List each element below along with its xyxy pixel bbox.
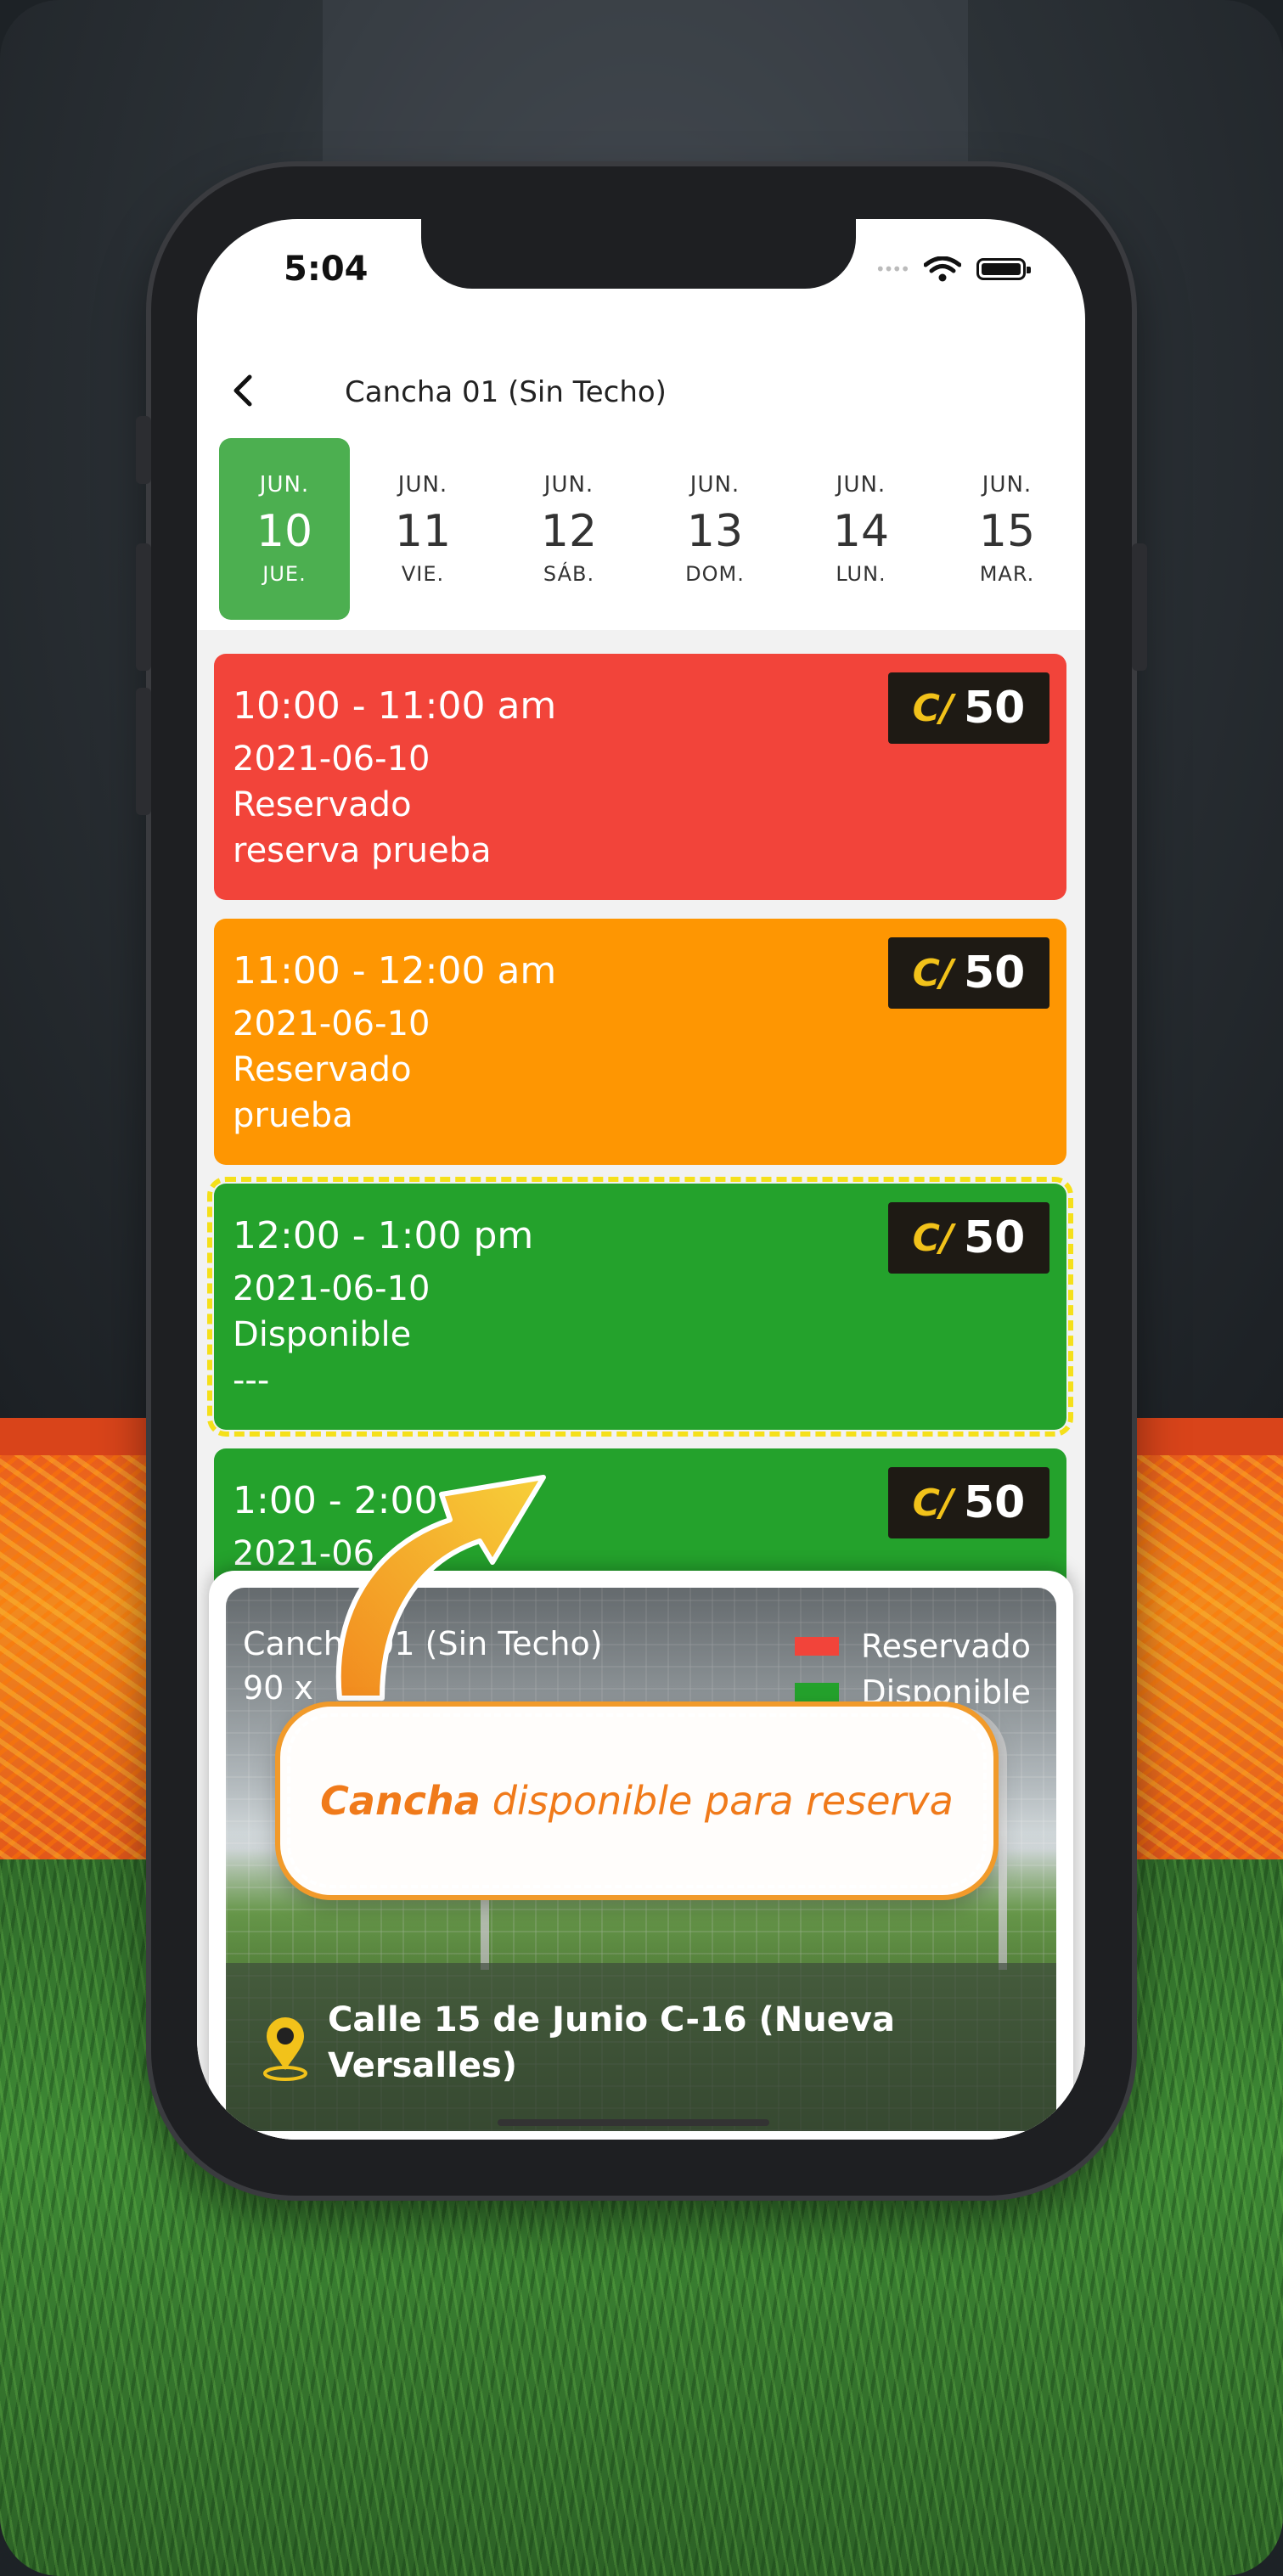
day-month: JUN. (836, 472, 886, 498)
phone-power-button (1132, 543, 1147, 671)
time-slot-card[interactable]: 10:00 - 11:00 am 2021-06-10 Reservado re… (214, 654, 1066, 900)
day-month: JUN. (259, 472, 310, 498)
slot-note: prueba (233, 1096, 353, 1135)
slot-note: --- (233, 1361, 270, 1400)
price-badge: C/ 50 (888, 937, 1049, 1009)
day-number: 13 (686, 506, 744, 557)
currency-logo-icon: C/ (912, 686, 954, 730)
back-arrow-icon[interactable] (226, 372, 263, 409)
legend-label: Reservado (860, 1628, 1031, 1665)
phone-volume-up (136, 543, 151, 671)
day-chip-12[interactable]: JUN. 12 SÁB. (496, 438, 642, 620)
date-picker: JUN. 10 JUE. JUN. 11 VIE. JUN. 12 SÁB. J… (197, 438, 1085, 625)
day-number: 12 (540, 506, 598, 557)
promo-canvas: 5:04 •••• Cancha 01 (Sin Techo) JUN. 10 … (0, 0, 1283, 2576)
callout-bubble: Cancha disponible para reserva (280, 1707, 993, 1895)
day-weekday: SÁB. (543, 562, 595, 586)
day-weekday: VIE. (401, 562, 445, 586)
day-weekday: MAR. (979, 562, 1035, 586)
currency-logo-icon: C/ (912, 1481, 954, 1525)
phone-notch (421, 219, 856, 289)
day-number: 15 (978, 506, 1036, 557)
callout-highlight: Cancha (320, 1778, 481, 1824)
wifi-icon (924, 256, 961, 282)
price-badge: C/ 50 (888, 672, 1049, 744)
day-weekday: JUE. (262, 562, 307, 586)
time-slot-card[interactable]: 11:00 - 12:00 am 2021-06-10 Reservado pr… (214, 919, 1066, 1165)
price-badge: C/ 50 (888, 1467, 1049, 1538)
field-address: Calle 15 de Junio C-16 (Nueva Versalles) (328, 2000, 895, 2085)
day-chip-13[interactable]: JUN. 13 DOM. (642, 438, 788, 620)
battery-icon (976, 258, 1031, 280)
slot-note: reserva prueba (233, 831, 492, 870)
price-value: 50 (964, 1212, 1026, 1263)
currency-logo-icon: C/ (912, 1216, 954, 1260)
day-number: 14 (832, 506, 890, 557)
status-icons: •••• (875, 256, 1031, 282)
price-value: 50 (964, 1477, 1026, 1528)
location-pin-icon (263, 2017, 307, 2081)
day-chip-14[interactable]: JUN. 14 LUN. (788, 438, 934, 620)
price-badge: C/ 50 (888, 1202, 1049, 1274)
status-time: 5:04 (284, 250, 369, 289)
address-bar: Calle 15 de Junio C-16 (Nueva Versalles) (226, 1963, 1056, 2131)
page-title: Cancha 01 (Sin Techo) (345, 375, 667, 409)
day-number: 11 (394, 506, 452, 557)
day-number: 10 (256, 506, 313, 557)
legend-swatch (795, 1683, 840, 1701)
curved-arrow-icon (335, 1475, 546, 1701)
callout-text: disponible para reserva (492, 1778, 954, 1824)
currency-logo-icon: C/ (912, 951, 954, 995)
phone-volume-down (136, 688, 151, 815)
slot-status: Reservado (233, 785, 412, 824)
signal-icon: •••• (875, 259, 910, 279)
legend-label: Disponible (861, 1673, 1031, 1711)
nav-bar: Cancha 01 (Sin Techo) (197, 346, 1085, 431)
home-indicator (498, 2119, 769, 2126)
day-weekday: LUN. (836, 562, 886, 586)
price-value: 50 (964, 683, 1026, 734)
day-weekday: DOM. (685, 562, 745, 586)
legend: Reservado Disponible (794, 1623, 1031, 1715)
phone-side-button (136, 416, 151, 484)
day-chip-10[interactable]: JUN. 10 JUE. (219, 438, 350, 620)
price-value: 50 (964, 948, 1026, 998)
day-month: JUN. (982, 472, 1033, 498)
day-month: JUN. (543, 472, 594, 498)
day-month: JUN. (397, 472, 448, 498)
time-slot-card-available[interactable]: 12:00 - 1:00 pm 2021-06-10 Disponible --… (207, 1177, 1073, 1437)
day-month: JUN. (689, 472, 740, 498)
slot-status: Reservado (233, 1050, 412, 1089)
day-chip-11[interactable]: JUN. 11 VIE. (350, 438, 496, 620)
legend-item-reservado: Reservado (794, 1623, 1031, 1669)
day-chip-15[interactable]: JUN. 15 MAR. (934, 438, 1080, 620)
slot-status: Disponible (233, 1315, 412, 1354)
field-size: 90 x (243, 1669, 313, 1707)
legend-swatch (794, 1637, 839, 1656)
